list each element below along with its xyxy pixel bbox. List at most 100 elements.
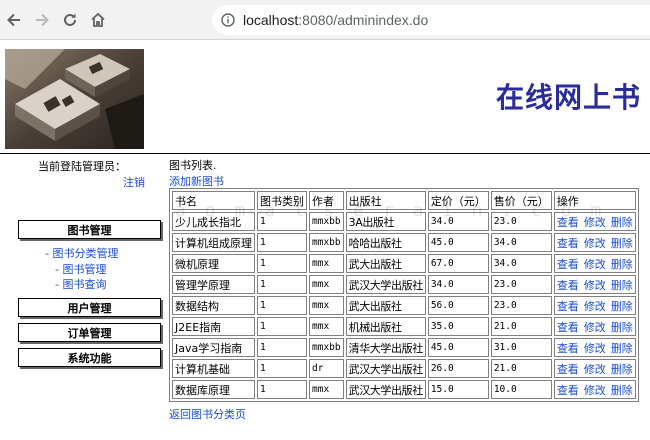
table-header-row: 书名 图书类别 作者 出版社 定价（元） 售价（元） 操作 — [172, 191, 636, 210]
menu-order-management[interactable]: 订单管理 — [18, 323, 161, 342]
cell-price: 34.0 — [427, 212, 489, 231]
cell-category: 1 — [257, 275, 307, 294]
cell-book-name: 计算机基础 — [172, 359, 255, 378]
view-link[interactable]: 查看 — [557, 216, 579, 229]
delete-link[interactable]: 删除 — [611, 279, 633, 292]
cell-book-name: Java学习指南 — [172, 338, 255, 357]
delete-link[interactable]: 删除 — [611, 216, 633, 229]
back-arrow-icon — [7, 13, 20, 27]
book-rows: 少儿成长指北 1 mmxbb 3A出版社 34.0 23.0 查看 修改 删除 计算机组成原理 1 m… — [172, 212, 636, 399]
cell-publisher: 武大出版社 — [345, 296, 426, 315]
edit-link[interactable]: 修改 — [584, 237, 606, 250]
cell-sale-price: 10.0 — [490, 380, 552, 399]
column-header-name: 书名 — [172, 191, 255, 210]
info-icon[interactable] — [221, 13, 235, 27]
sidebar-item-label[interactable]: 图书分类管理 — [52, 247, 118, 260]
cell-sale-price: 21.0 — [490, 359, 552, 378]
cell-actions: 查看 修改 删除 — [553, 359, 636, 378]
cell-author: mmx — [309, 317, 344, 336]
edit-link[interactable]: 修改 — [584, 279, 606, 292]
cell-sale-price: 21.0 — [490, 317, 552, 336]
cell-publisher: 武大出版社 — [345, 254, 426, 273]
edit-link[interactable]: 修改 — [584, 300, 606, 313]
cell-publisher: 武汉大学出版社 — [345, 359, 426, 378]
delete-link[interactable]: 删除 — [611, 300, 633, 313]
cell-sale-price: 23.0 — [490, 275, 552, 294]
back-to-category-link[interactable]: 返回图书分类页 — [169, 406, 246, 422]
delete-link[interactable]: 删除 — [611, 384, 633, 397]
cell-category: 1 — [257, 296, 307, 315]
view-link[interactable]: 查看 — [557, 258, 579, 271]
cell-price: 15.0 — [427, 380, 489, 399]
home-button[interactable] — [84, 6, 112, 34]
cell-actions: 查看 修改 删除 — [553, 254, 636, 273]
cell-price: 67.0 — [427, 254, 489, 273]
menu-book-management[interactable]: 图书管理 — [18, 220, 161, 239]
edit-link[interactable]: 修改 — [584, 258, 606, 271]
edit-link[interactable]: 修改 — [584, 363, 606, 376]
cell-book-name: 数据结构 — [172, 296, 255, 315]
cell-actions: 查看 修改 删除 — [553, 380, 636, 399]
back-button[interactable] — [0, 6, 28, 34]
url-path: :8080/adminindex.do — [298, 12, 429, 28]
cell-actions: 查看 修改 删除 — [553, 275, 636, 294]
delete-link[interactable]: 删除 — [611, 363, 633, 376]
book-table: 书名 图书类别 作者 出版社 定价（元） 售价（元） 操作 少儿成长指北 1 mmx… — [169, 188, 639, 402]
address-bar[interactable]: localhost:8080/adminindex.do — [212, 5, 650, 35]
edit-link[interactable]: 修改 — [584, 342, 606, 355]
edit-link[interactable]: 修改 — [584, 384, 606, 397]
column-header-publisher: 出版社 — [345, 191, 426, 210]
cell-book-name: 数据库原理 — [172, 380, 255, 399]
menu-system-functions[interactable]: 系统功能 — [18, 348, 161, 367]
reload-button[interactable] — [56, 6, 84, 34]
view-link[interactable]: 查看 — [557, 279, 579, 292]
book-list-title: 图书列表. — [169, 159, 217, 172]
delete-link[interactable]: 删除 — [611, 258, 633, 271]
cell-author: mmx — [309, 296, 344, 315]
table-row: J2EE指南 1 mmx 机械出版社 35.0 21.0 查看 修改 删除 — [172, 317, 636, 336]
cell-actions: 查看 修改 删除 — [553, 338, 636, 357]
cell-price: 34.0 — [427, 275, 489, 294]
column-header-actions: 操作 — [553, 191, 636, 210]
view-link[interactable]: 查看 — [557, 300, 579, 313]
add-book-link[interactable]: 添加新图书 — [169, 173, 224, 189]
sidebar-item-book-manage[interactable]: - 图书管理 — [55, 261, 106, 277]
cell-price: 35.0 — [427, 317, 489, 336]
column-header-category: 图书类别 — [257, 191, 307, 210]
delete-link[interactable]: 删除 — [611, 342, 633, 355]
sidebar-item-book-category[interactable]: - 图书分类管理 — [45, 245, 118, 261]
table-row: 少儿成长指北 1 mmxbb 3A出版社 34.0 23.0 查看 修改 删除 — [172, 212, 636, 231]
cell-price: 45.0 — [427, 338, 489, 357]
view-link[interactable]: 查看 — [557, 237, 579, 250]
cell-price: 56.0 — [427, 296, 489, 315]
view-link[interactable]: 查看 — [557, 363, 579, 376]
cell-publisher: 3A出版社 — [345, 212, 426, 231]
sidebar-item-label[interactable]: 图书查询 — [62, 278, 106, 291]
current-admin-label: 当前登陆管理员： — [38, 160, 126, 173]
cell-author: mmxbb — [309, 212, 344, 231]
edit-link[interactable]: 修改 — [584, 321, 606, 334]
cell-publisher: 武汉大学出版社 — [345, 380, 426, 399]
edit-link[interactable]: 修改 — [584, 216, 606, 229]
forward-button[interactable] — [28, 6, 56, 34]
site-banner: 在线网上书 — [0, 41, 650, 154]
table-row: 管理学原理 1 mmx 武汉大学出版社 34.0 23.0 查看 修改 删除 — [172, 275, 636, 294]
cell-publisher: 哈哈出版社 — [345, 233, 426, 252]
cell-publisher: 清华大学出版社 — [345, 338, 426, 357]
home-icon — [91, 12, 105, 27]
logout-link[interactable]: 注销 — [123, 174, 145, 190]
menu-user-management[interactable]: 用户管理 — [18, 298, 161, 317]
column-header-price: 定价（元） — [427, 191, 489, 210]
browser-toolbar: localhost:8080/adminindex.do — [0, 0, 650, 40]
cell-category: 1 — [257, 359, 307, 378]
sidebar-item-label[interactable]: 图书管理 — [62, 263, 106, 276]
cell-actions: 查看 修改 删除 — [553, 317, 636, 336]
view-link[interactable]: 查看 — [557, 342, 579, 355]
cell-actions: 查看 修改 删除 — [553, 212, 636, 231]
delete-link[interactable]: 删除 — [611, 237, 633, 250]
cell-sale-price: 31.0 — [490, 338, 552, 357]
delete-link[interactable]: 删除 — [611, 321, 633, 334]
view-link[interactable]: 查看 — [557, 384, 579, 397]
sidebar-item-book-query[interactable]: - 图书查询 — [55, 276, 106, 292]
view-link[interactable]: 查看 — [557, 321, 579, 334]
